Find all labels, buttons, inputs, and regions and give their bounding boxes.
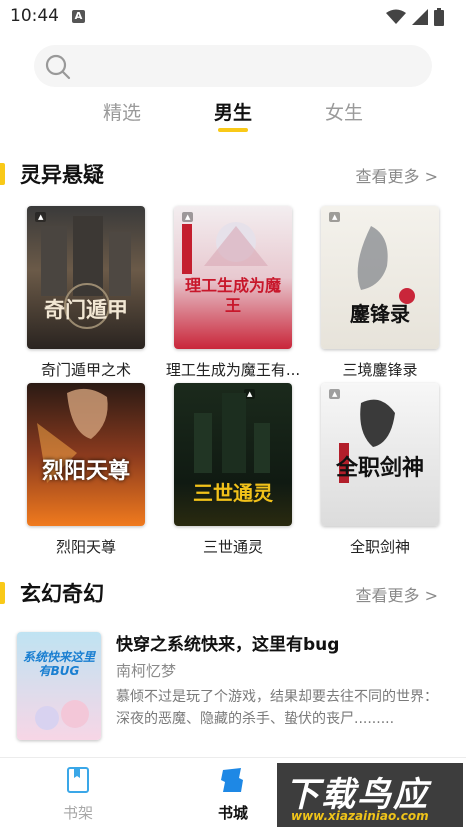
- list-item[interactable]: 系统快来这里有BUG 快穿之系统快来，这里有bug 南柯忆梦 慕倾不过是玩了个游…: [0, 626, 466, 746]
- tab-female[interactable]: 女生: [314, 98, 374, 125]
- book-cover[interactable]: ▲ 三世通灵: [174, 383, 292, 526]
- cover-art: [357, 226, 415, 304]
- section-title: 灵异悬疑: [20, 163, 104, 187]
- cover-art: [35, 700, 89, 730]
- book-cover[interactable]: 系统快来这里有BUG: [17, 632, 101, 740]
- section-header: 玄幻奇幻 查看更多 >: [0, 576, 466, 610]
- cover-title: 奇门遁甲: [44, 297, 128, 322]
- nav-label: 书城: [217, 804, 248, 822]
- tab-featured[interactable]: 精选: [92, 98, 152, 125]
- search-bar[interactable]: [34, 45, 432, 87]
- watermark-url: www.xiazainiao.com: [291, 809, 429, 823]
- book-title: 三境鏖锋录: [342, 361, 418, 379]
- book-icon: [67, 767, 89, 793]
- book-title: 理工生成为魔王有...: [165, 361, 301, 379]
- cover-art: [41, 216, 131, 329]
- book-author: 南柯忆梦: [116, 662, 177, 680]
- book-cover[interactable]: ▲ 奇门遁甲: [27, 206, 145, 349]
- tab-indicator: [218, 128, 248, 132]
- status-icons: [386, 8, 444, 26]
- nav-bookstore[interactable]: 书城: [193, 766, 273, 823]
- status-time: 10:44: [10, 6, 59, 26]
- category-tabs: 精选 男生 女生: [0, 96, 466, 136]
- cellular-icon: [412, 9, 428, 25]
- section-title: 玄幻奇幻: [20, 582, 104, 606]
- notification-icon: A: [72, 10, 85, 23]
- battery-icon: [434, 8, 444, 26]
- section-header: 灵异悬疑 查看更多 >: [0, 157, 466, 191]
- book-title: 三世通灵: [202, 538, 263, 556]
- store-icon: [221, 768, 243, 792]
- book-title: 全职剑神: [349, 538, 410, 556]
- nav-label: 书架: [62, 804, 93, 822]
- section-accent-bar: [0, 582, 5, 604]
- cover-title: 鏖锋录: [350, 302, 410, 326]
- status-bar: 10:44 A: [0, 0, 466, 34]
- book-cover[interactable]: 烈阳天尊: [27, 383, 145, 526]
- cover-title: 三世通灵: [193, 481, 273, 505]
- book-title: 烈阳天尊: [55, 538, 116, 556]
- book-title: 奇门遁甲之术: [40, 361, 131, 379]
- cover-title: 烈阳天尊: [41, 458, 130, 484]
- book-cover[interactable]: ▲ 理工生成为魔王: [174, 206, 292, 349]
- see-more-link[interactable]: 查看更多 >: [356, 163, 439, 187]
- see-more-link[interactable]: 查看更多 >: [356, 582, 439, 606]
- book-cover[interactable]: ▲ 全职剑神: [321, 383, 439, 526]
- search-icon: [45, 54, 71, 80]
- wifi-icon: [386, 9, 406, 24]
- section-accent-bar: [0, 163, 5, 185]
- watermark-logo: 下载鸟应用 www.xiazainiao.com: [277, 763, 463, 830]
- book-cover[interactable]: ▲ 鏖锋录: [321, 206, 439, 349]
- nav-bookshelf[interactable]: 书架: [38, 766, 118, 823]
- cover-title: 理工生成为魔王: [184, 276, 281, 315]
- cover-title: 全职剑神: [335, 455, 424, 481]
- tab-male[interactable]: 男生: [203, 98, 263, 125]
- book-title: 快穿之系统快来，这里有bug: [116, 635, 340, 655]
- cover-title: 系统快来这里有BUG: [23, 650, 96, 678]
- book-description: 慕倾不过是玩了个游戏，结果却要去往不同的世界：深夜的恶魔、隐藏的杀手、蛰伏的丧尸…: [116, 689, 438, 727]
